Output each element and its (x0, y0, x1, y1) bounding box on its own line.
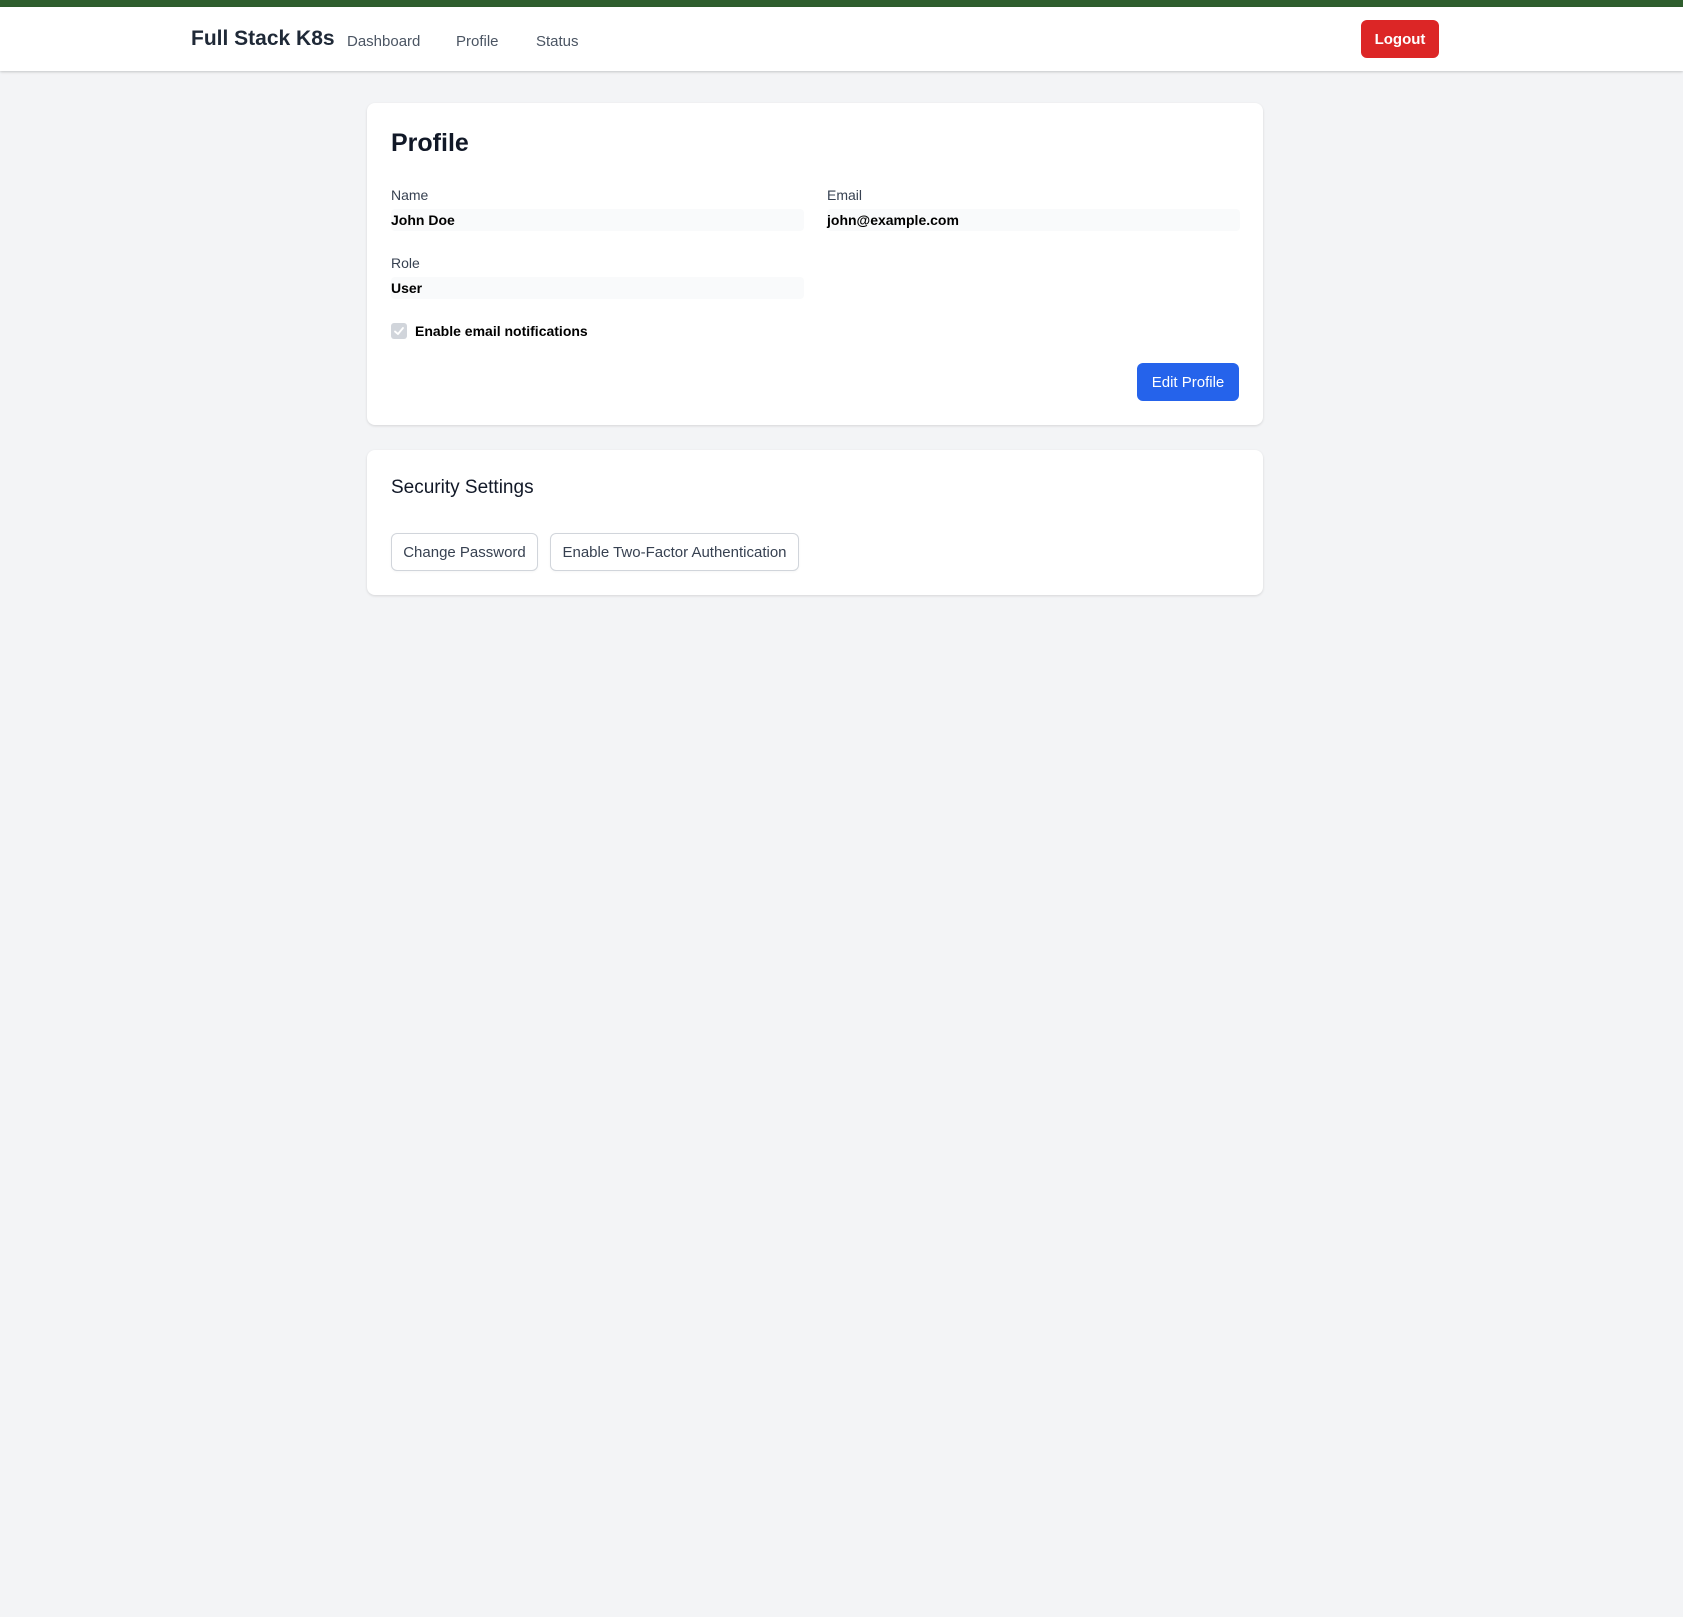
profile-card: Profile Name John Doe Email john@example… (367, 103, 1263, 425)
name-field: Name John Doe (391, 185, 804, 231)
role-value: User (391, 277, 804, 299)
role-label: Role (391, 255, 420, 271)
top-accent-bar (0, 0, 1683, 7)
enable-2fa-button[interactable]: Enable Two-Factor Authentication (550, 533, 799, 571)
checkmark-icon (394, 327, 404, 335)
profile-title: Profile (391, 129, 469, 157)
name-value: John Doe (391, 209, 804, 231)
nav-link-status[interactable]: Status (536, 33, 579, 50)
security-card: Security Settings Change Password Enable… (367, 450, 1263, 595)
logout-button[interactable]: Logout (1361, 20, 1439, 58)
brand-title: Full Stack K8s (191, 27, 335, 50)
email-field: Email john@example.com (827, 185, 1240, 231)
nav-link-dashboard[interactable]: Dashboard (347, 33, 420, 50)
nav-link-profile[interactable]: Profile (456, 33, 499, 50)
notifications-row: Enable email notifications (391, 321, 588, 341)
navbar: Full Stack K8s Dashboard Profile Status … (0, 7, 1683, 71)
security-title: Security Settings (391, 477, 534, 498)
change-password-button[interactable]: Change Password (391, 533, 538, 571)
name-label: Name (391, 187, 429, 203)
email-value: john@example.com (827, 209, 1240, 231)
notifications-label: Enable email notifications (415, 323, 588, 339)
role-field: Role User (391, 253, 804, 299)
edit-profile-button[interactable]: Edit Profile (1137, 363, 1239, 401)
email-label: Email (827, 187, 863, 203)
notifications-checkbox[interactable] (391, 323, 407, 339)
